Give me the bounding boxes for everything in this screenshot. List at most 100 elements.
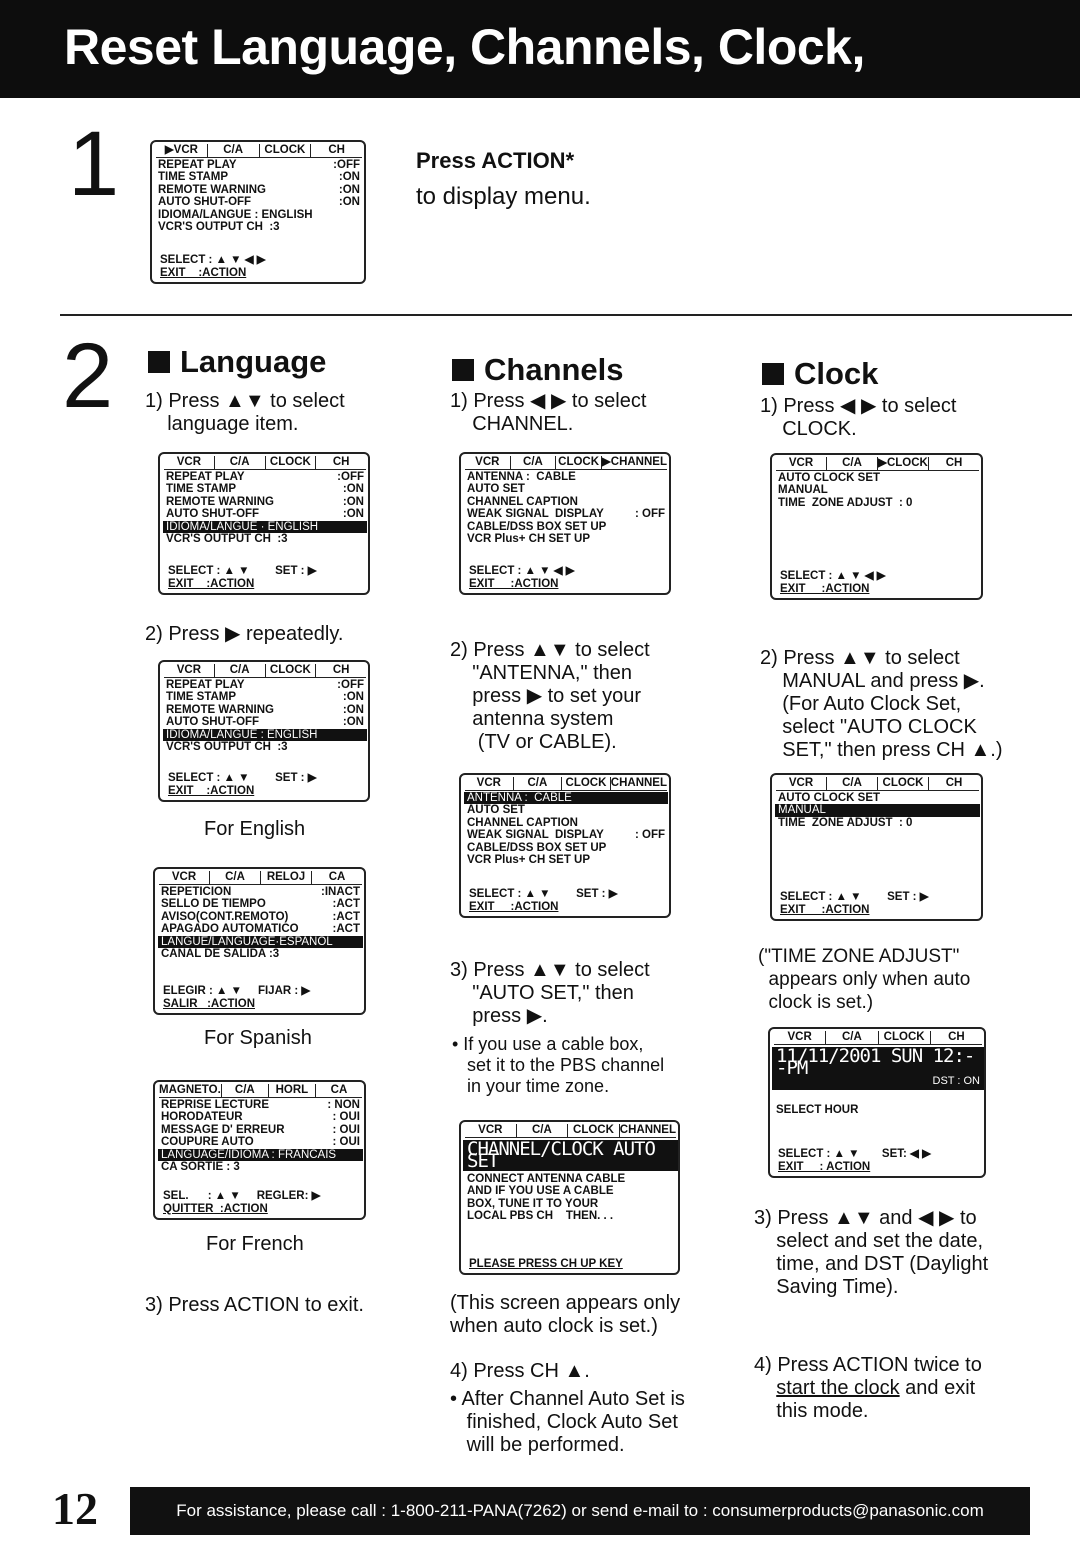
menu-row: REPEAT PLAY :OFF — [158, 159, 360, 172]
menu-tab: VCR — [776, 457, 827, 470]
menu-row-value: :OFF — [337, 470, 364, 483]
menu-row: REPRISE LECTURE : NON — [161, 1099, 360, 1112]
menu-row-value: : NON — [327, 1098, 360, 1111]
menu-screen-clock-2: VCR C/A CLOCK CH AUTO CLOCK SET MANUAL TIME ZO… — [770, 773, 983, 921]
menu-row-label: LANGUAGE/IDIOMA : FRANCAIS — [161, 1148, 337, 1161]
step1-text: to display menu. — [416, 183, 591, 210]
menu-row: AUTO SHUT-OFF:ON — [158, 196, 360, 209]
menu-row-label: IDIOMA/LANGUE : ENGLISH — [166, 728, 318, 741]
menu-row: APAGADO AUTOMATICO:ACT — [161, 923, 360, 936]
menu-row-label: MESSAGE D' ERREUR — [161, 1123, 285, 1136]
menu-row-label: APAGADO AUTOMATICO — [161, 923, 299, 935]
menu-row-label: REPEAT PLAY — [158, 158, 237, 171]
menu-row-label: LANGUE/LANGUAGE·ESPANOL — [161, 935, 333, 948]
menu-footer-line: SELECT : ▲ ▼ ◀ ▶ — [469, 565, 575, 577]
menu-row: REPETICION:INACT — [161, 886, 360, 899]
square-bullet-icon — [452, 359, 474, 381]
page-number: 12 — [52, 1483, 98, 1534]
menu-row: IDIOMA/LANGUE : ENGLISH — [163, 728, 367, 741]
menu-row-label: CABLE/DSS BOX SET UP — [467, 841, 607, 854]
menu-row-value: :ON — [342, 691, 364, 703]
menu-tab: ▶VCR — [156, 144, 208, 157]
menu-row-label: SELLO DE TIEMPO — [161, 898, 266, 910]
clock-note: ("TIME ZONE ADJUST" appears only when au… — [758, 946, 971, 1013]
menu-footer-line: SELECT : ▲ ▼ ◀ ▶ — [780, 570, 886, 582]
menu-tab: HORL — [269, 1084, 316, 1097]
menu-tab: ▶CLOCK — [878, 457, 929, 470]
menu-tab: C/A — [827, 457, 878, 470]
menu-footer-line: SELECT : ▲ ▼ SET: ◀ ▶ — [778, 1148, 931, 1160]
menu-footer-line: EXIT :ACTION — [780, 903, 870, 916]
menu-tabs: VCR C/A CLOCK CHANNEL — [465, 1124, 676, 1138]
language-step2: 2) Press ▶ repeatedly. — [145, 623, 344, 645]
menu-row: VCR'S OUTPUT CH :3 — [158, 221, 360, 234]
menu-row: AUTO SHUT-OFF:ON — [166, 508, 364, 521]
menu-row-label: AND IF YOU USE A CABLE — [467, 1185, 614, 1197]
menu-tab: C/A — [827, 777, 878, 790]
menu-banner: CHANNEL/CLOCK AUTO SET — [463, 1139, 678, 1171]
menu-row-value: :OFF — [337, 678, 364, 691]
menu-tab: C/A — [511, 456, 557, 469]
menu-footer: PLEASE PRESS CH UP KEY — [469, 1258, 672, 1271]
menu-tab: VCR — [465, 1124, 517, 1137]
menu-row: REPEAT PLAY:OFF — [166, 679, 364, 692]
menu-tab: CH — [328, 144, 345, 156]
menu-row-label: AUTO SHUT-OFF — [166, 716, 260, 728]
menu-row: SELLO DE TIEMPO:ACT — [161, 898, 360, 911]
menu-row-label: ANTENNA : CABLE — [467, 791, 572, 804]
menu-row: MESSAGE D' ERREUR: OUI — [161, 1124, 360, 1137]
menu-row: VCR Plus+ CH SET UP — [467, 533, 665, 546]
menu-tabs: VCR C/A CLOCK CHANNEL — [465, 777, 667, 791]
menu-row-value: :OFF — [333, 158, 360, 171]
menu-row-value: :ON — [338, 171, 360, 183]
menu-row: LANGUE/LANGUAGE·ESPANOL — [158, 935, 363, 948]
menu-footer-line: ELEGIR : ▲ ▼ FIJAR : ▶ — [163, 985, 311, 997]
menu-row-label: CABLE/DSS BOX SET UP — [467, 520, 607, 533]
channels-heading-text: Channels — [484, 352, 624, 387]
menu-row: SELECT HOUR — [776, 1104, 980, 1117]
menu-tab: C/A — [514, 777, 563, 790]
menu-row: AUTO CLOCK SET — [778, 792, 977, 805]
square-bullet-icon — [762, 363, 784, 385]
menu-tabs: ▶VCR C/A CLOCK CH — [156, 144, 362, 158]
menu-screen-language-1: VCR C/A CLOCK CH REPEAT PLAY:OFF TIME STAMP:O… — [158, 452, 370, 595]
menu-footer: SELECT : ▲ ▼ SET : ▶ EXIT :ACTION — [780, 891, 975, 916]
menu-row-label: REPRISE LECTURE — [161, 1098, 269, 1111]
menu-tab: C/A — [215, 456, 266, 469]
menu-row-label: CA SORTIE : 3 — [161, 1161, 240, 1173]
menu-row-value: :ON — [342, 508, 364, 520]
menu-row-value: :ON — [338, 183, 360, 196]
menu-screen-channel-1: VCR C/A CLOCK ▶CHANNEL ANTENNA : CABLE AUTO S… — [459, 452, 671, 595]
divider — [60, 314, 1072, 316]
menu-row-label: AUTO CLOCK SET — [778, 471, 881, 484]
menu-row: CA SORTIE : 3 — [161, 1161, 360, 1174]
channels-bullet-auto-set: • After Channel Auto Set is finished, Cl… — [450, 1388, 685, 1456]
menu-row: REPEAT PLAY:OFF — [166, 471, 364, 484]
menu-tabs: VCR C/A CLOCK CH — [164, 664, 366, 678]
menu-screen-language-spanish: VCR C/A RELOJ CA REPETICION:INACT SELLO DE TI… — [153, 867, 366, 1015]
menu-screen-channel-auto-set: VCR C/A CLOCK CHANNEL CHANNEL/CLOCK AUTO SET… — [459, 1120, 680, 1275]
language-heading-text: Language — [180, 344, 327, 379]
menu-row: AUTO CLOCK SET — [778, 472, 977, 485]
menu-tab: MAGNETO. — [159, 1084, 222, 1097]
clock-step1: 1) Press ◀ ▶ to select CLOCK. — [760, 395, 957, 440]
menu-row: AUTO SET — [467, 483, 665, 496]
menu-row: TIME ZONE ADJUST : 0 — [778, 497, 977, 510]
menu-tab: CLOCK — [568, 1124, 620, 1137]
menu-footer-line: QUITTER :ACTION — [163, 1202, 268, 1215]
menu-screen-step1: ▶VCR C/A CLOCK CH REPEAT PLAY:OFF TIME STAMP:… — [150, 140, 366, 284]
menu-footer-line: SEL. : ▲ ▼ REGLER: ▶ — [163, 1190, 321, 1202]
language-heading: Language — [148, 344, 326, 380]
menu-row-label: MANUAL — [778, 484, 828, 496]
menu-footer-line: SALIR :ACTION — [163, 997, 255, 1010]
menu-screen-language-french: MAGNETO. C/A HORL CA REPRISE LECTURE: NON HOR… — [153, 1080, 366, 1220]
clock-heading: Clock — [762, 356, 878, 392]
channels-step4: 4) Press CH ▲. — [450, 1360, 590, 1382]
menu-tab: CLOCK — [556, 456, 602, 469]
menu-tab: VCR — [159, 871, 210, 884]
menu-tab: CH — [948, 1031, 965, 1043]
menu-tabs: VCR C/A ▶CLOCK CH — [776, 457, 979, 471]
menu-footer: SELECT : ▲ ▼ SET: ◀ ▶ EXIT : ACTION — [778, 1148, 978, 1173]
menu-row-label: CHANNEL CAPTION — [467, 495, 578, 508]
channels-note: (This screen appears only when auto cloc… — [450, 1292, 681, 1337]
